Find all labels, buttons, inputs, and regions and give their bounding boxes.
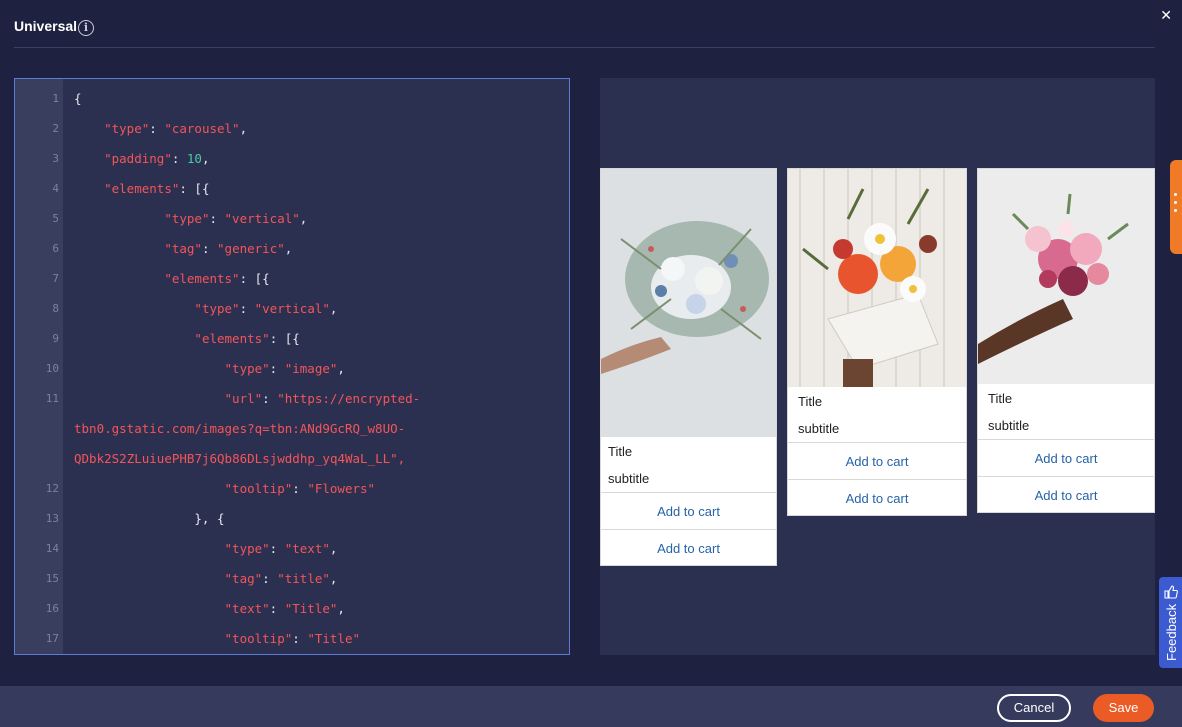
cancel-button[interactable]: Cancel <box>997 694 1071 722</box>
line-number: 13 <box>45 512 59 525</box>
add-to-cart-button[interactable]: Add to cart <box>601 529 776 566</box>
save-button[interactable]: Save <box>1093 694 1154 722</box>
bouquet-image <box>978 169 1154 384</box>
card-image-flowers <box>978 169 1154 384</box>
modal-footer: Cancel Save <box>0 686 1182 727</box>
code-text: }, { <box>74 511 225 526</box>
card-title: Title <box>608 444 633 459</box>
code-text: tbn0.gstatic.com/images?q=tbn:ANd9GcRQ_w… <box>74 421 406 436</box>
modal-header: Universal i <box>14 0 1155 48</box>
code-line: 3 "padding": 10, <box>15 144 569 174</box>
add-to-cart-button[interactable]: Add to cart <box>601 492 776 529</box>
thumbs-up-icon <box>1164 585 1178 599</box>
code-line: 2 "type": "carousel", <box>15 114 569 144</box>
add-to-cart-button[interactable]: Add to cart <box>978 476 1154 513</box>
more-dots-icon <box>1174 193 1178 217</box>
code-text: { <box>74 91 82 106</box>
code-line: 12 "tooltip": "Flowers" <box>15 474 569 504</box>
card-image-flowers <box>788 169 966 387</box>
code-text: "elements": [{ <box>104 181 210 196</box>
side-drawer-handle[interactable] <box>1170 160 1182 254</box>
page-title: Universal <box>14 18 78 34</box>
line-number: 15 <box>45 572 59 585</box>
code-line: 13 }, { <box>15 504 569 534</box>
code-text: "elements": [{ <box>164 271 270 286</box>
code-text: "type": "image", <box>224 361 345 376</box>
code-line: tbn0.gstatic.com/images?q=tbn:ANd9GcRQ_w… <box>15 414 569 444</box>
line-number: 9 <box>52 332 59 345</box>
add-to-cart-button[interactable]: Add to cart <box>978 439 1154 476</box>
line-number: 8 <box>52 302 59 315</box>
line-number: 2 <box>52 122 59 135</box>
bouquet-image <box>788 169 966 387</box>
add-to-cart-button[interactable]: Add to cart <box>788 442 966 479</box>
line-number: 12 <box>45 482 59 495</box>
line-number: 7 <box>52 272 59 285</box>
carousel-card-1: Title subtitle Add to cart Add to cart <box>600 168 777 566</box>
line-number: 16 <box>45 602 59 615</box>
code-line: 9 "elements": [{ <box>15 324 569 354</box>
code-line: 7 "elements": [{ <box>15 264 569 294</box>
line-number: 5 <box>52 212 59 225</box>
code-line: 11 "url": "https://encrypted- <box>15 384 569 414</box>
carousel-card-2: Title subtitle Add to cart Add to cart <box>787 168 967 516</box>
close-icon[interactable]: ✕ <box>1160 8 1172 24</box>
code-text: "type": "carousel", <box>104 121 248 136</box>
line-number: 6 <box>52 242 59 255</box>
code-line: 6 "tag": "generic", <box>15 234 569 264</box>
card-title: Title <box>988 391 1013 406</box>
code-line: QDbk2S2ZLuiuePHB7j6Qb86DLsjwddhp_yq4WaL_… <box>15 444 569 474</box>
feedback-label: Feedback <box>1164 603 1179 661</box>
card-subtitle: subtitle <box>988 418 1030 433</box>
code-line: 1{ <box>15 84 569 114</box>
info-icon[interactable]: i <box>78 20 94 36</box>
add-to-cart-button[interactable]: Add to cart <box>788 479 966 516</box>
feedback-tab[interactable]: Feedback <box>1159 577 1182 668</box>
code-text: "type": "vertical", <box>164 211 308 226</box>
line-number: 10 <box>45 362 59 375</box>
code-text: "text": "Title", <box>224 601 345 616</box>
line-number: 11 <box>45 392 59 405</box>
line-number: 4 <box>52 182 59 195</box>
code-text: "elements": [{ <box>194 331 300 346</box>
carousel-card-3: Title subtitle Add to cart Add to cart <box>977 168 1155 513</box>
json-code-editor[interactable]: 1{2 "type": "carousel", 3 "padding": 10, 4… <box>14 78 570 655</box>
code-line: 16 "text": "Title", <box>15 594 569 624</box>
code-line: 14 "type": "text", <box>15 534 569 564</box>
code-line: 5 "type": "vertical", <box>15 204 569 234</box>
card-image-flowers <box>601 169 776 437</box>
bouquet-image <box>601 169 776 437</box>
code-text: QDbk2S2ZLuiuePHB7j6Qb86DLsjwddhp_yq4WaL_… <box>74 451 406 466</box>
code-text: "tag": "generic", <box>164 241 293 256</box>
code-line: 8 "type": "vertical", <box>15 294 569 324</box>
card-subtitle: subtitle <box>798 421 840 436</box>
code-line: 15 "tag": "title", <box>15 564 569 594</box>
code-text: "tooltip": "Title" <box>224 631 360 646</box>
card-title: Title <box>798 394 823 409</box>
line-number: 3 <box>52 152 59 165</box>
code-text: "tag": "title", <box>224 571 338 586</box>
line-number: 1 <box>52 92 59 105</box>
code-text: "tooltip": "Flowers" <box>224 481 376 496</box>
code-line: 17 "tooltip": "Title" <box>15 624 569 654</box>
line-number: 14 <box>45 542 59 555</box>
card-subtitle: subtitle <box>608 471 650 486</box>
carousel-preview: Title subtitle Add to cart Add to cart T… <box>600 78 1155 655</box>
code-text: "type": "vertical", <box>194 301 338 316</box>
line-number: 17 <box>45 632 59 645</box>
code-text: "type": "text", <box>224 541 338 556</box>
code-line: 4 "elements": [{ <box>15 174 569 204</box>
code-line: 10 "type": "image", <box>15 354 569 384</box>
code-text: "url": "https://encrypted- <box>224 391 421 406</box>
code-text: "padding": 10, <box>104 151 210 166</box>
